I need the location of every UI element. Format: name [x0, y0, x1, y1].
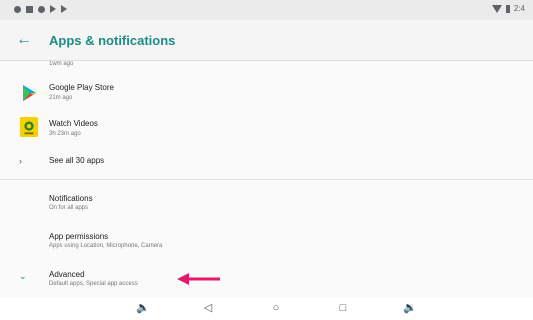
- notification-icon: [26, 5, 33, 13]
- navigation-bar: 🔈 ◁ ○ □ 🔉: [0, 297, 533, 320]
- clock: 2:4: [513, 4, 525, 13]
- item-subtitle: On for all apps: [49, 205, 89, 211]
- item-title: Watch Videos: [49, 119, 98, 128]
- item-title: Google Play Store: [49, 83, 114, 92]
- page-title: Apps & notifications: [49, 33, 176, 48]
- volume-down-icon[interactable]: 🔈: [136, 301, 150, 315]
- item-time: 21m ago: [49, 95, 73, 101]
- system-icons: 2:4: [491, 4, 525, 13]
- see-all-apps-row[interactable]: › See all 30 apps: [0, 149, 533, 173]
- item-title: Notifications: [49, 194, 93, 203]
- volume-up-icon[interactable]: 🔉: [403, 301, 417, 315]
- chevron-down-icon: ⌄: [19, 271, 27, 281]
- status-bar: 2:4: [0, 0, 533, 20]
- item-title: App permissions: [49, 232, 109, 241]
- back-icon[interactable]: ◁: [201, 301, 215, 315]
- recents-icon[interactable]: □: [336, 301, 350, 315]
- notification-icon: [38, 5, 45, 13]
- battery-icon: [505, 4, 510, 13]
- app-permissions-row[interactable]: App permissions Apps using Location, Mic…: [0, 227, 533, 255]
- back-arrow-icon[interactable]: ←: [14, 30, 34, 50]
- item-time: 1wm ago: [49, 61, 74, 67]
- pointer-arrow-icon: [177, 273, 220, 285]
- notifications-row[interactable]: Notifications On for all apps: [0, 189, 533, 217]
- home-icon[interactable]: ○: [269, 301, 283, 315]
- item-subtitle: Apps using Location, Microphone, Camera: [49, 243, 163, 249]
- item-title: Advanced: [49, 270, 85, 279]
- notification-icon: [14, 5, 21, 13]
- play-store-icon: [23, 85, 36, 101]
- item-time: 3h 23m ago: [49, 131, 81, 137]
- divider: [0, 179, 533, 180]
- see-all-label: See all 30 apps: [49, 156, 105, 165]
- play-icon: [61, 5, 67, 13]
- item-subtitle: Default apps, Special app access: [49, 281, 138, 287]
- play-icon: [50, 5, 56, 13]
- list-item-google-play-store[interactable]: Google Play Store 21m ago: [0, 77, 533, 111]
- chevron-right-icon: ›: [19, 156, 22, 166]
- list-item[interactable]: 1wm ago: [0, 61, 533, 73]
- list-item-watch-videos[interactable]: Watch Videos 3h 23m ago: [0, 113, 533, 147]
- watch-videos-icon: [19, 117, 39, 137]
- wifi-icon: [491, 4, 502, 13]
- notification-icons: [14, 5, 67, 13]
- advanced-row[interactable]: ⌄ Advanced Default apps, Special app acc…: [0, 265, 533, 293]
- settings-list: 1wm ago Google Play Store 21m ago Watch …: [0, 61, 533, 293]
- app-bar: ← Apps & notifications: [0, 20, 533, 61]
- app-icon: [19, 61, 39, 69]
